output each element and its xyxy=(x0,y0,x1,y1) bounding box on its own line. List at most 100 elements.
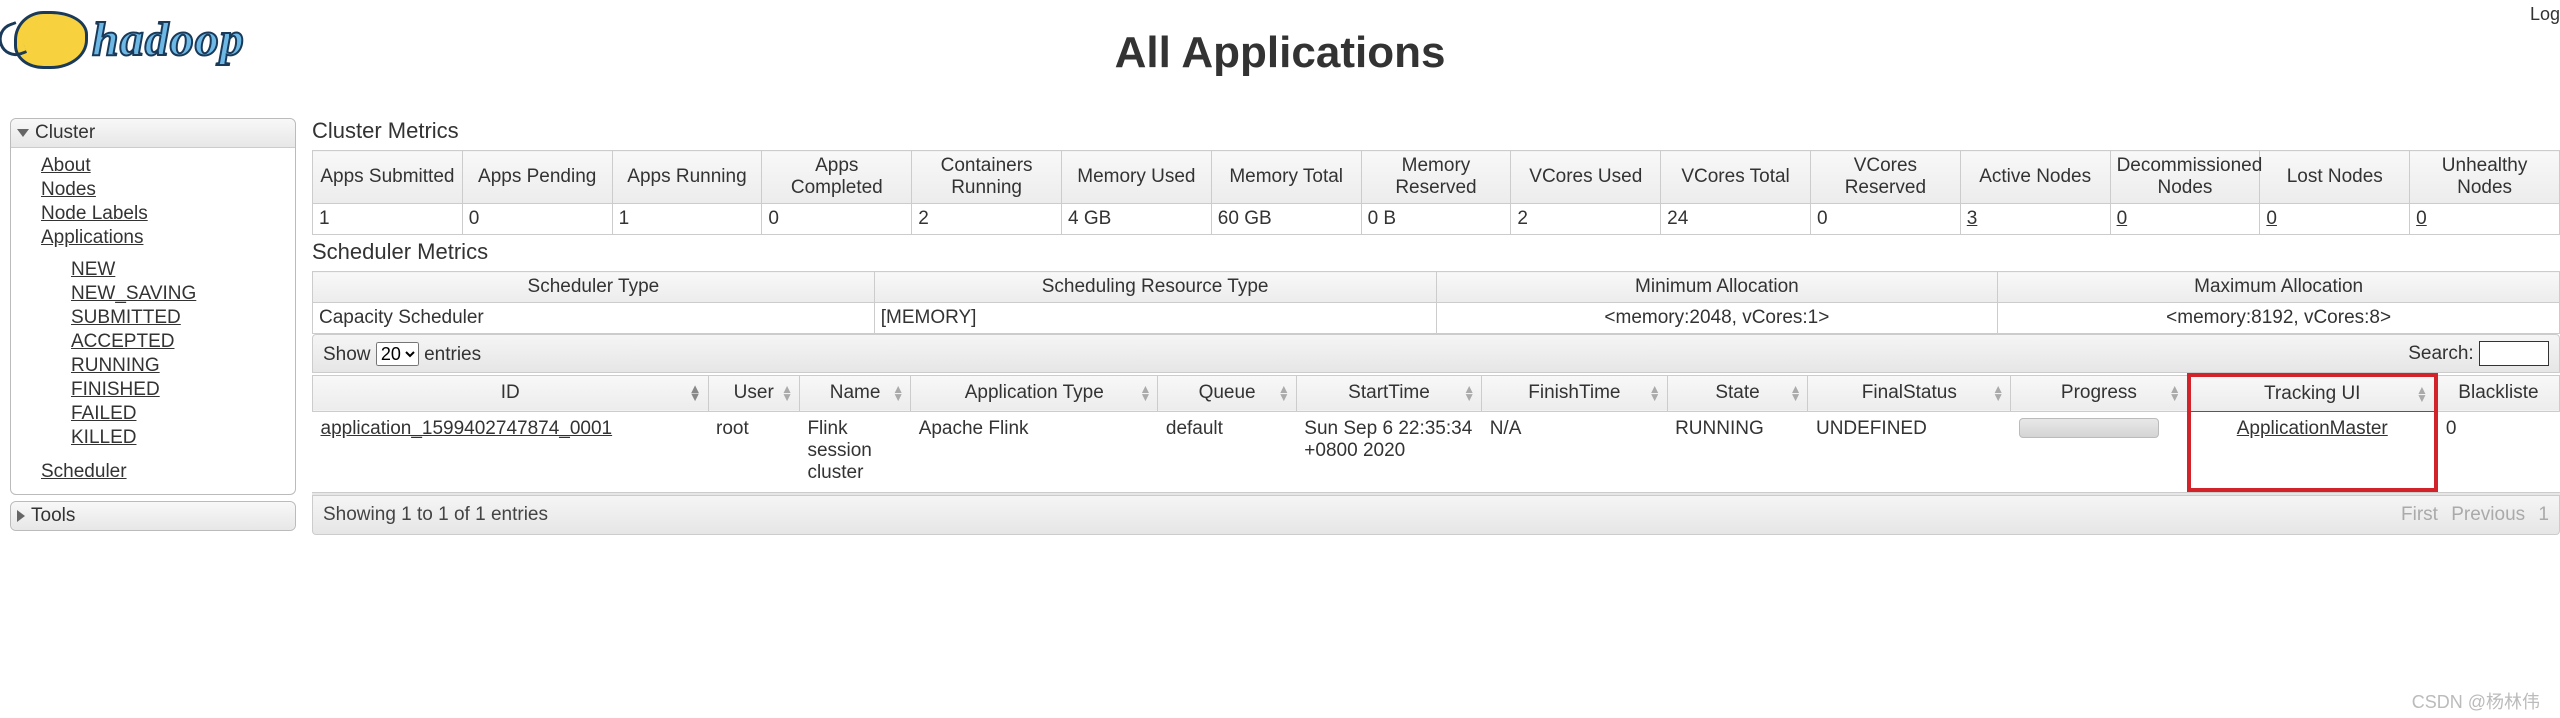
cm-header: Lost Nodes xyxy=(2260,151,2410,204)
sidebar-state-accepted[interactable]: ACCEPTED xyxy=(71,331,174,352)
col-progress[interactable]: Progress▲▼ xyxy=(2011,375,2189,412)
sm-header: Maximum Allocation xyxy=(1998,272,2560,303)
col-final[interactable]: FinalStatus▲▼ xyxy=(1808,375,2011,412)
sidebar: Cluster About Nodes Node Labels Applicat… xyxy=(10,118,296,537)
sidebar-state-running[interactable]: RUNNING xyxy=(71,355,160,376)
sm-value: Capacity Scheduler xyxy=(313,303,875,334)
cluster-metrics-table: Apps SubmittedApps PendingApps RunningAp… xyxy=(312,150,2560,235)
cell-progress xyxy=(2011,412,2189,491)
sm-value: [MEMORY] xyxy=(874,303,1436,334)
cell-final: UNDEFINED xyxy=(1808,412,2011,491)
scheduler-metrics-title: Scheduler Metrics xyxy=(312,239,2560,265)
col-apptype[interactable]: Application Type▲▼ xyxy=(911,375,1158,412)
cm-value: 24 xyxy=(1661,204,1811,235)
sm-header: Scheduling Resource Type xyxy=(874,272,1436,303)
sort-icon: ▲▼ xyxy=(1649,385,1661,401)
cluster-metrics-title: Cluster Metrics xyxy=(312,118,2560,144)
col-blacklist[interactable]: Blackliste xyxy=(2436,375,2560,412)
cm-header: Decommissioned Nodes xyxy=(2110,151,2260,204)
cm-value: 0 xyxy=(1810,204,1960,235)
col-finish[interactable]: FinishTime▲▼ xyxy=(1482,375,1667,412)
cm-value: 2 xyxy=(1511,204,1661,235)
datatable-info: Showing 1 to 1 of 1 entries xyxy=(323,504,548,526)
col-start[interactable]: StartTime▲▼ xyxy=(1296,375,1481,412)
col-name[interactable]: Name▲▼ xyxy=(799,375,910,412)
sm-header: Minimum Allocation xyxy=(1436,272,1998,303)
cm-value: 0 xyxy=(462,204,612,235)
table-row: application_1599402747874_0001 root Flin… xyxy=(313,412,2560,491)
cm-value[interactable]: 0 xyxy=(2410,204,2560,235)
sidebar-link-about[interactable]: About xyxy=(41,155,91,176)
logo-text: hadoop xyxy=(92,12,245,67)
sm-value: <memory:2048, vCores:1> xyxy=(1436,303,1998,334)
cm-value: 0 B xyxy=(1361,204,1511,235)
col-state[interactable]: State▲▼ xyxy=(1667,375,1808,412)
watermark: CSDN @杨林伟 xyxy=(2412,688,2540,714)
cm-header: Apps Submitted xyxy=(313,151,463,204)
pager-page[interactable]: 1 xyxy=(2538,504,2549,525)
cm-header: Memory Total xyxy=(1211,151,1361,204)
sidebar-state-finished[interactable]: FINISHED xyxy=(71,379,160,400)
page-length-select[interactable]: 20 xyxy=(376,342,419,366)
col-queue[interactable]: Queue▲▼ xyxy=(1158,375,1296,412)
sort-icon: ▲▼ xyxy=(2416,386,2428,402)
datatable-pager: First Previous 1 xyxy=(2393,504,2549,526)
login-status[interactable]: Logge xyxy=(2530,4,2560,25)
cm-header: Memory Used xyxy=(1061,151,1211,204)
sort-icon: ▲▼ xyxy=(1992,385,2004,401)
tracking-ui-link[interactable]: ApplicationMaster xyxy=(2237,418,2388,439)
cm-header: Containers Running xyxy=(912,151,1062,204)
sidebar-tools-box: Tools xyxy=(10,501,296,531)
search-control: Search: xyxy=(2408,341,2549,366)
cm-header: Active Nodes xyxy=(1960,151,2110,204)
sidebar-link-nodes[interactable]: Nodes xyxy=(41,179,96,200)
cm-value[interactable]: 0 xyxy=(2260,204,2410,235)
sort-icon: ▲▼ xyxy=(1278,385,1290,401)
cm-header: Apps Running xyxy=(612,151,762,204)
cm-value: 1 xyxy=(313,204,463,235)
sidebar-link-scheduler[interactable]: Scheduler xyxy=(41,461,127,482)
page-length-control: Show 20 entries xyxy=(323,342,481,366)
col-tracking[interactable]: Tracking UI▲▼ xyxy=(2189,375,2436,412)
cm-value: 2 xyxy=(912,204,1062,235)
col-user[interactable]: User▲▼ xyxy=(708,375,799,412)
col-id[interactable]: ID▲▼ xyxy=(313,375,709,412)
sidebar-app-states: NEW NEW_SAVING SUBMITTED ACCEPTED RUNNIN… xyxy=(11,258,295,450)
pager-prev[interactable]: Previous xyxy=(2451,504,2525,525)
sort-icon: ▲▼ xyxy=(892,385,904,401)
caret-down-icon xyxy=(17,129,29,137)
datatable-controls: Show 20 entries Search: xyxy=(312,334,2560,373)
sort-icon: ▲▼ xyxy=(689,385,702,401)
sidebar-cluster-header[interactable]: Cluster xyxy=(11,119,295,148)
cm-header: Apps Completed xyxy=(762,151,912,204)
sort-icon: ▲▼ xyxy=(1463,385,1475,401)
cm-header: VCores Total xyxy=(1661,151,1811,204)
pager-first[interactable]: First xyxy=(2401,504,2438,525)
cm-value[interactable]: 3 xyxy=(1960,204,2110,235)
cm-value: 1 xyxy=(612,204,762,235)
hadoop-logo[interactable]: hadoop xyxy=(14,8,245,69)
cm-value: 4 GB xyxy=(1061,204,1211,235)
cm-value[interactable]: 0 xyxy=(2110,204,2260,235)
sort-icon: ▲▼ xyxy=(1790,385,1802,401)
sidebar-state-submitted[interactable]: SUBMITTED xyxy=(71,307,181,328)
sort-icon: ▲▼ xyxy=(781,385,793,401)
sidebar-link-applications[interactable]: Applications xyxy=(41,227,143,248)
sidebar-state-killed[interactable]: KILLED xyxy=(71,427,136,448)
sidebar-link-nodelabels[interactable]: Node Labels xyxy=(41,203,148,224)
sidebar-state-new-saving[interactable]: NEW_SAVING xyxy=(71,283,196,304)
sidebar-state-new[interactable]: NEW xyxy=(71,259,115,280)
search-input[interactable] xyxy=(2479,341,2549,366)
applications-table: ID▲▼ User▲▼ Name▲▼ Application Type▲▼ Qu… xyxy=(312,373,2560,492)
sidebar-state-failed[interactable]: FAILED xyxy=(71,403,136,424)
cm-header: VCores Reserved xyxy=(1810,151,1960,204)
sidebar-tools-header[interactable]: Tools xyxy=(11,502,295,530)
elephant-icon xyxy=(14,11,88,69)
caret-right-icon xyxy=(17,510,25,522)
datatable-footer: Showing 1 to 1 of 1 entries First Previo… xyxy=(312,492,2560,535)
main-content: Cluster Metrics Apps SubmittedApps Pendi… xyxy=(296,118,2560,535)
cell-name: Flink session cluster xyxy=(799,412,910,491)
sidebar-cluster-box: Cluster About Nodes Node Labels Applicat… xyxy=(10,118,296,495)
cell-state: RUNNING xyxy=(1667,412,1808,491)
app-id-link[interactable]: application_1599402747874_0001 xyxy=(321,418,613,439)
